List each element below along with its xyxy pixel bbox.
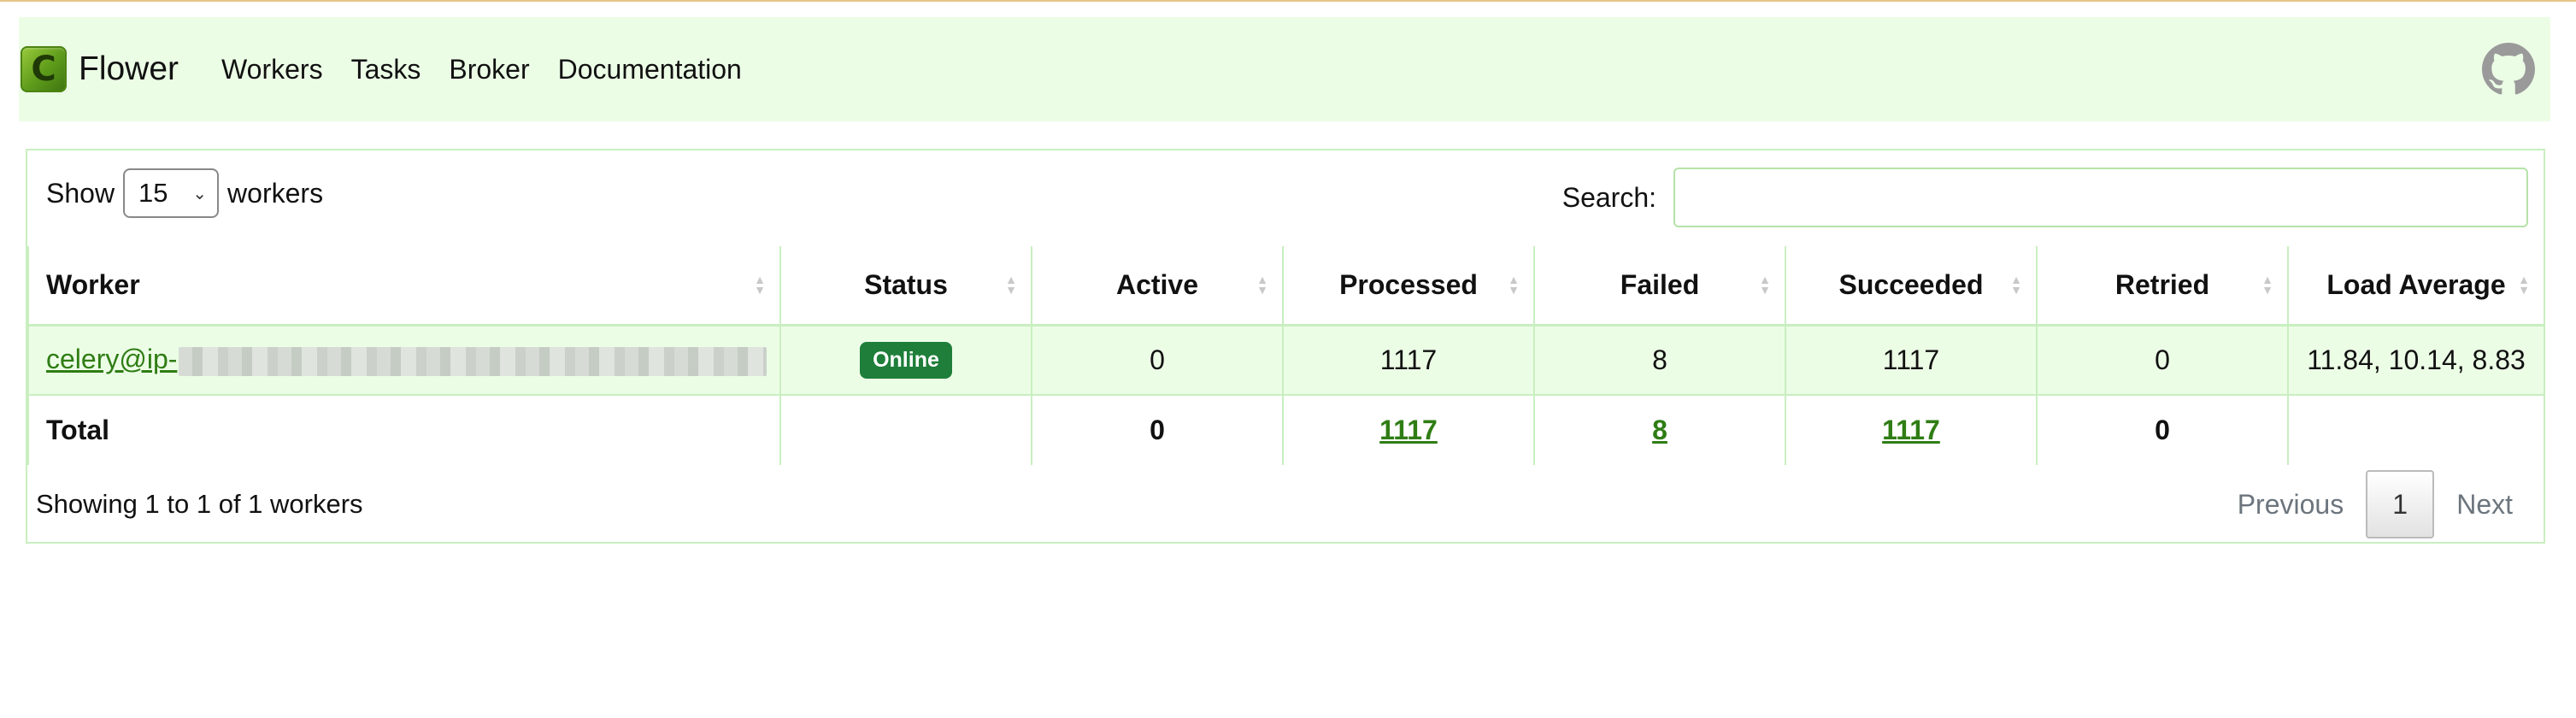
load-average-cell: 11.84, 10.14, 8.83 <box>2287 325 2545 396</box>
total-label: Total <box>27 395 781 465</box>
column-label: Worker <box>46 268 140 300</box>
total-status-cell <box>779 395 1032 465</box>
failed-cell: 8 <box>1533 325 1786 396</box>
column-header-processed[interactable]: Processed ▲ ▼ <box>1282 246 1535 327</box>
total-load-average-cell <box>2287 395 2545 465</box>
sort-icon: ▲ ▼ <box>2261 273 2273 297</box>
total-row: Total 0 1117 8 1117 0 <box>27 395 2545 465</box>
processed-cell: 1117 <box>1282 325 1535 396</box>
page-size-control: Show 15 ⌄ workers <box>46 168 323 219</box>
workers-card: Show 15 ⌄ workers Search: Worker ▲ ▼ Sta… <box>26 149 2545 544</box>
column-label: Load Average <box>2326 268 2506 300</box>
column-header-succeeded[interactable]: Succeeded ▲ ▼ <box>1785 246 2038 327</box>
worker-name: celery@ip- <box>46 344 178 375</box>
worker-link[interactable]: celery@ip- <box>46 344 768 377</box>
sort-icon: ▲ ▼ <box>1759 273 1771 297</box>
column-label: Succeeded <box>1838 268 1984 300</box>
pagination: Previous 1 Next <box>2215 470 2535 538</box>
nav-links: Workers Tasks Broker Documentation <box>221 54 770 85</box>
total-failed-cell: 8 <box>1533 395 1786 465</box>
page-size-value: 15 <box>138 178 168 208</box>
brand-link[interactable]: C Flower <box>21 46 179 92</box>
sort-icon: ▲ ▼ <box>2518 273 2530 297</box>
nav-link-tasks[interactable]: Tasks <box>351 54 421 85</box>
workers-label: workers <box>227 177 324 209</box>
total-retried-cell: 0 <box>2036 395 2289 465</box>
total-failed-link[interactable]: 8 <box>1652 415 1667 445</box>
total-succeeded-cell: 1117 <box>1785 395 2038 465</box>
column-label: Processed <box>1339 268 1478 300</box>
next-button[interactable]: Next <box>2434 470 2535 538</box>
search-control: Search: <box>1562 168 2528 227</box>
table-info: Showing 1 to 1 of 1 workers <box>36 489 363 519</box>
sort-icon: ▲ ▼ <box>1005 273 1017 297</box>
total-processed-cell: 1117 <box>1282 395 1535 465</box>
sort-icon: ▲ ▼ <box>2010 273 2022 297</box>
brand-name: Flower <box>79 50 179 87</box>
retried-cell: 0 <box>2036 325 2289 396</box>
worker-cell: celery@ip- <box>27 325 781 396</box>
navbar: C Flower Workers Tasks Broker Documentat… <box>19 17 2550 121</box>
status-cell: Online <box>779 325 1032 396</box>
page-1-button[interactable]: 1 <box>2366 470 2435 538</box>
workers-table: Worker ▲ ▼ Status ▲ ▼ Active ▲ ▼ Processed … <box>27 246 2545 465</box>
page-size-select[interactable]: 15 ⌄ <box>123 168 220 218</box>
sort-icon: ▲ ▼ <box>1256 273 1268 297</box>
column-header-status[interactable]: Status ▲ ▼ <box>779 246 1032 327</box>
nav-link-documentation[interactable]: Documentation <box>558 54 742 85</box>
column-header-active[interactable]: Active ▲ ▼ <box>1031 246 1284 327</box>
column-label: Retried <box>2114 268 2210 300</box>
status-badge: Online <box>860 341 952 379</box>
sort-icon: ▲ ▼ <box>754 273 766 297</box>
total-succeeded-link[interactable]: 1117 <box>1882 415 1940 445</box>
flower-logo-icon: C <box>21 46 67 92</box>
redacted-hostname <box>179 347 768 377</box>
github-icon[interactable] <box>2482 43 2535 96</box>
column-header-load-average[interactable]: Load Average ▲ ▼ <box>2287 246 2545 327</box>
total-processed-link[interactable]: 1117 <box>1379 415 1438 445</box>
nav-link-workers[interactable]: Workers <box>221 54 323 85</box>
chevron-down-icon: ⌄ <box>192 184 208 203</box>
table-row: celery@ip- Online 0 1117 8 1117 0 11.84,… <box>27 325 2545 396</box>
column-header-failed[interactable]: Failed ▲ ▼ <box>1533 246 1786 327</box>
table-header-row: Worker ▲ ▼ Status ▲ ▼ Active ▲ ▼ Processed … <box>27 246 2545 327</box>
column-label: Failed <box>1620 268 1700 300</box>
previous-button[interactable]: Previous <box>2215 470 2367 538</box>
show-label: Show <box>46 177 115 209</box>
sort-icon: ▲ ▼ <box>1508 273 1520 297</box>
column-label: Status <box>864 268 948 300</box>
search-input[interactable] <box>1673 168 2528 227</box>
column-header-retried[interactable]: Retried ▲ ▼ <box>2036 246 2289 327</box>
top-accent-line <box>0 0 2576 2</box>
succeeded-cell: 1117 <box>1785 325 2038 396</box>
active-cell: 0 <box>1031 325 1284 396</box>
column-header-worker[interactable]: Worker ▲ ▼ <box>27 246 781 327</box>
column-label: Active <box>1115 268 1199 300</box>
nav-link-broker[interactable]: Broker <box>449 54 529 85</box>
total-active-cell: 0 <box>1031 395 1284 465</box>
search-label: Search: <box>1561 181 1656 213</box>
